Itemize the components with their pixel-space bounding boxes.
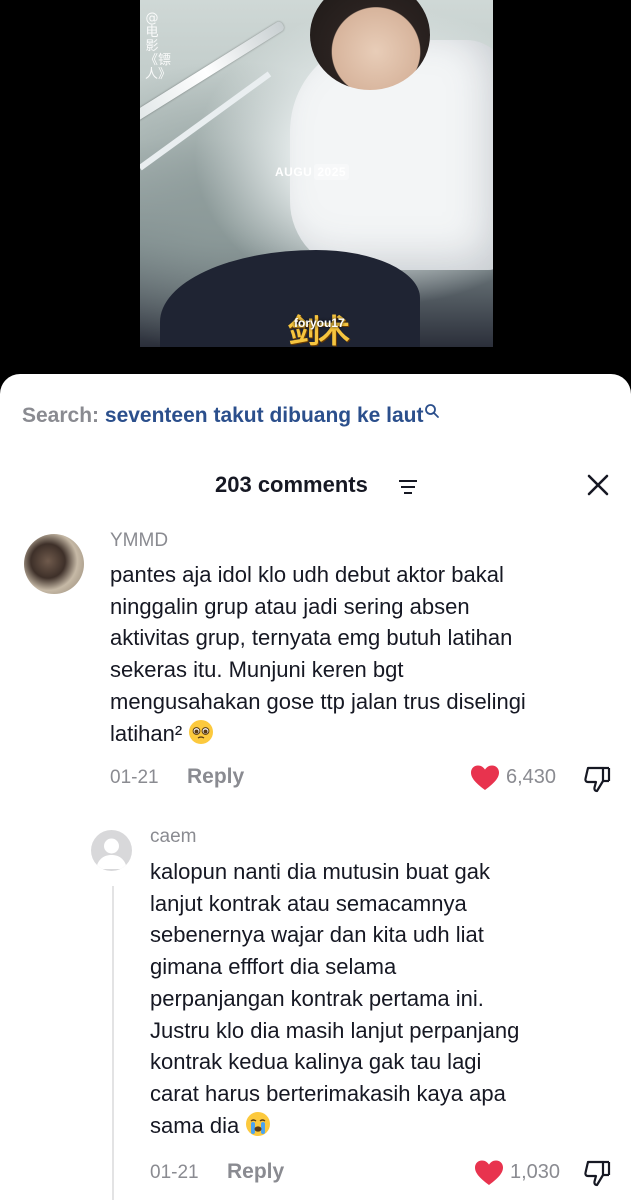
comment-line: carat harus berterimakasih kaya apa	[150, 1080, 506, 1106]
video-vertical-caption: @电影《镖人》	[145, 11, 172, 82]
comment-text: pantes aja idol klo udh debut aktor baka…	[110, 559, 526, 749]
comment-line: gimana efffort dia selama	[150, 954, 397, 980]
search-suggestion[interactable]: Search: seventeen takut dibuang ke laut	[22, 404, 440, 428]
comment-line: lanjut kontrak atau semacamnya	[150, 890, 467, 916]
comment-date: 01-21	[150, 1162, 199, 1183]
heart-icon[interactable]	[474, 1159, 504, 1192]
comment-line: kontrak kedua kalinya gak tau lagi	[150, 1049, 482, 1075]
comment-line: mengusahakan gose ttp jalan trus diselin…	[110, 688, 526, 714]
comments-header: 203 comments	[0, 470, 631, 504]
comments-sheet: Search: seventeen takut dibuang ke laut …	[0, 374, 631, 1200]
pleading-face-emoji	[188, 719, 214, 745]
thumbs-down-icon[interactable]	[582, 764, 612, 799]
comment-line: perpanjangan kontrak pertama ini.	[150, 985, 484, 1011]
heart-icon[interactable]	[470, 764, 500, 797]
search-label: Search:	[22, 404, 100, 427]
comment-line: kalopun nanti dia mutusin buat gak	[150, 859, 491, 884]
comment-line: latihan²	[110, 720, 183, 746]
comment-line: Justru klo dia masih lanjut perpanjang	[150, 1017, 520, 1043]
comment-username[interactable]: YMMD	[110, 530, 168, 552]
comment-username[interactable]: caem	[150, 826, 196, 848]
comment-line: sebenernya wajar dan kita udh liat	[150, 922, 484, 948]
thumbs-down-icon[interactable]	[582, 1158, 612, 1193]
comment-line-last: latihan²	[110, 718, 526, 750]
reply-thread-line	[112, 886, 114, 1200]
comment-line: aktivitas grup, ternyata emg butuh latih…	[110, 625, 513, 651]
comment-count: 203 comments	[215, 472, 368, 497]
video-date-overlay: AUGU 2025	[275, 164, 350, 180]
video-date-year: 2025	[314, 164, 350, 180]
avatar[interactable]	[24, 534, 84, 594]
comment-line: pantes aja idol klo udh debut aktor baka…	[110, 562, 504, 587]
comment-line-last: sama dia	[150, 1110, 519, 1142]
close-icon[interactable]	[585, 472, 611, 503]
search-query-link[interactable]: seventeen takut dibuang ke laut	[105, 404, 424, 427]
like-count: 6,430	[506, 766, 557, 788]
comment-line: sekeras itu. Munjuni keren bgt	[110, 657, 404, 683]
like-count: 1,030	[510, 1161, 561, 1183]
comment-line: sama dia	[150, 1112, 240, 1138]
crying-face-emoji	[245, 1111, 271, 1137]
search-icon[interactable]	[424, 401, 440, 425]
comment-line: ninggalin grup atau jadi sering absen	[110, 593, 470, 619]
reply-button[interactable]: Reply	[187, 765, 244, 789]
video-date-month: AUGU	[275, 165, 313, 179]
avatar[interactable]	[91, 830, 132, 871]
comment-date: 01-21	[110, 767, 159, 788]
video-player[interactable]: @电影《镖人》 AUGU 2025 剑术 foryou17	[140, 0, 493, 347]
video-watermark: foryou17	[294, 316, 345, 330]
reply-button[interactable]: Reply	[227, 1160, 284, 1184]
filter-icon[interactable]	[398, 479, 418, 500]
comment-text: kalopun nanti dia mutusin buat gak lanju…	[150, 856, 519, 1141]
